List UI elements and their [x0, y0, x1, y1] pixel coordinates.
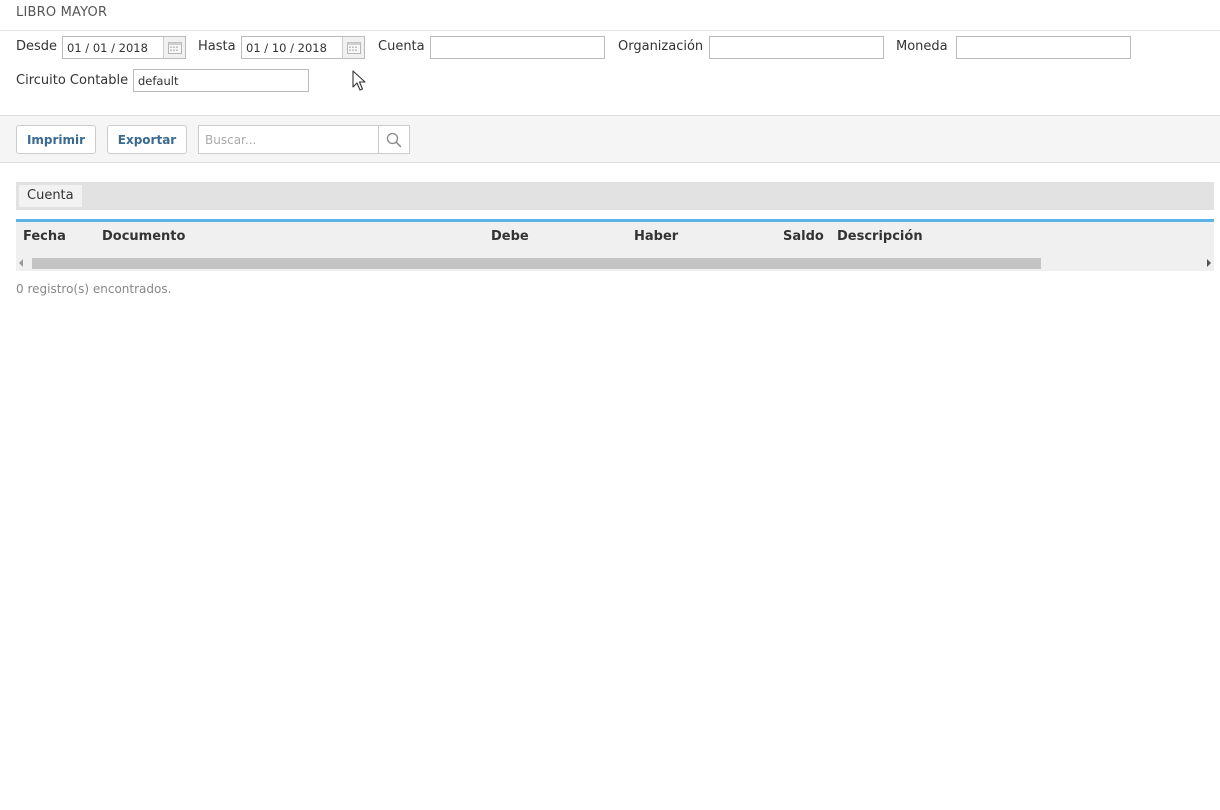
cuenta-label: Cuenta: [378, 39, 425, 54]
grid-header: Fecha Documento Debe Haber Saldo Descrip…: [16, 219, 1214, 271]
column-header-haber[interactable]: Haber: [634, 229, 678, 244]
calendar-icon[interactable]: [163, 37, 185, 58]
moneda-input[interactable]: [956, 36, 1131, 59]
group-by-bar: Cuenta: [16, 182, 1214, 210]
search-input[interactable]: [199, 126, 378, 153]
hasta-date-value: 01 / 10 / 2018: [246, 40, 327, 55]
moneda-label: Moneda: [896, 39, 948, 54]
circuito-label: Circuito Contable: [16, 73, 129, 88]
calendar-icon[interactable]: [342, 37, 364, 58]
records-count: 0 registro(s) encontrados.: [16, 282, 172, 296]
desde-date-field[interactable]: 01 / 01 / 2018: [62, 36, 186, 59]
page-title: LIBRO MAYOR: [16, 5, 108, 20]
horizontal-scrollbar[interactable]: [16, 256, 1214, 270]
hasta-label: Hasta: [198, 39, 236, 54]
hasta-date-field[interactable]: 01 / 10 / 2018: [241, 36, 365, 59]
column-header-descripcion[interactable]: Descripción: [837, 229, 923, 244]
circuito-input[interactable]: [133, 69, 309, 92]
organizacion-label: Organización: [618, 39, 704, 54]
print-button[interactable]: Imprimir: [16, 125, 96, 154]
scrollbar-thumb[interactable]: [32, 258, 1041, 269]
column-header-documento[interactable]: Documento: [102, 229, 185, 244]
cuenta-input[interactable]: [430, 36, 605, 59]
desde-date-value: 01 / 01 / 2018: [67, 40, 148, 55]
search-box: [198, 125, 410, 154]
filters-panel: Desde 01 / 01 / 2018 Hasta 01 / 10 / 201…: [0, 31, 1220, 115]
scroll-left-arrow-icon[interactable]: [19, 259, 24, 267]
column-header-saldo[interactable]: Saldo: [783, 229, 824, 244]
title-bar: LIBRO MAYOR: [0, 0, 1220, 31]
column-header-debe[interactable]: Debe: [491, 229, 529, 244]
column-header-fecha[interactable]: Fecha: [23, 229, 66, 244]
mouse-cursor-icon: [352, 70, 366, 91]
group-chip-cuenta[interactable]: Cuenta: [19, 185, 82, 207]
toolbar: Imprimir Exportar: [0, 115, 1220, 163]
organizacion-input[interactable]: [709, 36, 884, 59]
magnifier-icon[interactable]: [378, 126, 409, 153]
export-button[interactable]: Exportar: [107, 125, 187, 154]
scroll-right-arrow-icon[interactable]: [1206, 259, 1211, 267]
desde-label: Desde: [16, 39, 58, 54]
